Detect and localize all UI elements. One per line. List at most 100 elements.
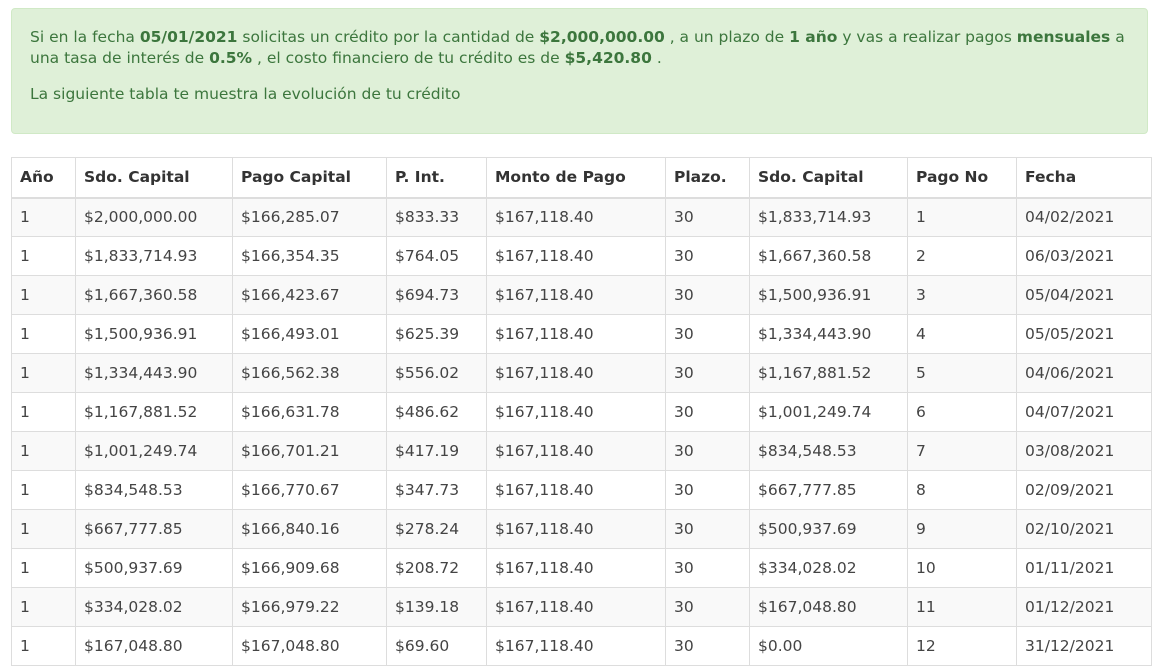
cell-pago-no: 6	[907, 392, 1017, 432]
table-body: 1 $2,000,000.00 $166,285.07 $833.33 $167,118…	[11, 197, 1152, 666]
cell-pago-no: 1	[907, 197, 1017, 237]
cell-anio: 1	[11, 392, 76, 432]
cell-monto-de-pago: $167,118.40	[486, 236, 666, 276]
cell-fecha: 04/07/2021	[1016, 392, 1152, 432]
cell-sdo-capital-final: $0.00	[749, 626, 908, 666]
cell-anio: 1	[11, 431, 76, 471]
cell-pago-capital: $166,493.01	[232, 314, 387, 354]
cell-pago-capital: $166,701.21	[232, 431, 387, 471]
cell-plazo: 30	[665, 509, 750, 549]
cell-monto-de-pago: $167,118.40	[486, 275, 666, 315]
cell-sdo-capital-final: $500,937.69	[749, 509, 908, 549]
table-row: 1 $1,001,249.74 $166,701.21 $417.19 $167,118…	[11, 431, 1152, 471]
cell-pago-capital: $166,423.67	[232, 275, 387, 315]
cell-anio: 1	[11, 509, 76, 549]
cell-sdo-capital: $2,000,000.00	[75, 197, 233, 237]
cell-sdo-capital: $1,334,443.90	[75, 353, 233, 393]
cell-pago-no: 11	[907, 587, 1017, 627]
cell-sdo-capital: $334,028.02	[75, 587, 233, 627]
table-row: 1 $2,000,000.00 $166,285.07 $833.33 $167,118…	[11, 197, 1152, 237]
table-intro-text: La siguiente tabla te muestra la evoluci…	[30, 85, 461, 103]
cell-sdo-capital-final: $167,048.80	[749, 587, 908, 627]
cell-sdo-capital: $500,937.69	[75, 548, 233, 588]
cell-sdo-capital: $667,777.85	[75, 509, 233, 549]
column-header-anio: Año	[11, 157, 76, 199]
column-header-sdo-capital: Sdo. Capital	[75, 157, 233, 199]
cell-anio: 1	[11, 314, 76, 354]
cell-anio: 1	[11, 470, 76, 510]
cell-sdo-capital-final: $1,667,360.58	[749, 236, 908, 276]
summary-highlight: 1 año	[789, 28, 838, 46]
cell-monto-de-pago: $167,118.40	[486, 470, 666, 510]
cell-pago-no: 7	[907, 431, 1017, 471]
cell-fecha: 04/06/2021	[1016, 353, 1152, 393]
cell-plazo: 30	[665, 548, 750, 588]
cell-sdo-capital-final: $1,167,881.52	[749, 353, 908, 393]
cell-pago-no: 12	[907, 626, 1017, 666]
cell-pago-no: 10	[907, 548, 1017, 588]
cell-p-int: $556.02	[386, 353, 487, 393]
table-row: 1 $834,548.53 $166,770.67 $347.73 $167,118.4…	[11, 470, 1152, 510]
table-row: 1 $1,833,714.93 $166,354.35 $764.05 $167,118…	[11, 236, 1152, 276]
cell-p-int: $417.19	[386, 431, 487, 471]
summary-text-segment: solicitas un crédito por la cantidad de	[237, 28, 540, 46]
cell-sdo-capital: $167,048.80	[75, 626, 233, 666]
summary-text-segment: .	[651, 49, 662, 67]
cell-sdo-capital-final: $1,001,249.74	[749, 392, 908, 432]
cell-pago-no: 2	[907, 236, 1017, 276]
cell-fecha: 01/11/2021	[1016, 548, 1152, 588]
cell-pago-no: 5	[907, 353, 1017, 393]
credit-summary-text: Si en la fecha 05/01/2021 solicitas un c…	[30, 27, 1129, 69]
column-header-sdo-capital-final: Sdo. Capital	[749, 157, 908, 199]
cell-sdo-capital-final: $1,500,936.91	[749, 275, 908, 315]
table-row: 1 $1,500,936.91 $166,493.01 $625.39 $167,118…	[11, 314, 1152, 354]
cell-pago-no: 9	[907, 509, 1017, 549]
column-header-plazo: Plazo.	[665, 157, 750, 199]
cell-anio: 1	[11, 587, 76, 627]
cell-anio: 1	[11, 236, 76, 276]
cell-sdo-capital-final: $834,548.53	[749, 431, 908, 471]
amortization-table-container: Año Sdo. Capital Pago Capital P. Int. Monto …	[11, 157, 1152, 666]
cell-p-int: $208.72	[386, 548, 487, 588]
cell-p-int: $278.24	[386, 509, 487, 549]
table-header-row: Año Sdo. Capital Pago Capital P. Int. Monto …	[11, 157, 1152, 199]
cell-plazo: 30	[665, 275, 750, 315]
cell-pago-no: 3	[907, 275, 1017, 315]
cell-p-int: $486.62	[386, 392, 487, 432]
cell-p-int: $764.05	[386, 236, 487, 276]
cell-plazo: 30	[665, 353, 750, 393]
cell-plazo: 30	[665, 197, 750, 237]
cell-sdo-capital: $1,667,360.58	[75, 275, 233, 315]
cell-plazo: 30	[665, 314, 750, 354]
cell-fecha: 02/09/2021	[1016, 470, 1152, 510]
column-header-pago-no: Pago No	[907, 157, 1017, 199]
cell-pago-no: 8	[907, 470, 1017, 510]
cell-sdo-capital-final: $1,833,714.93	[749, 197, 908, 237]
cell-pago-capital: $167,048.80	[232, 626, 387, 666]
summary-highlight: $5,420.80	[564, 49, 652, 67]
cell-pago-capital: $166,909.68	[232, 548, 387, 588]
credit-summary-alert: Si en la fecha 05/01/2021 solicitas un c…	[11, 8, 1148, 134]
table-row: 1 $334,028.02 $166,979.22 $139.18 $167,118.4…	[11, 587, 1152, 627]
cell-p-int: $139.18	[386, 587, 487, 627]
cell-anio: 1	[11, 197, 76, 237]
cell-monto-de-pago: $167,118.40	[486, 353, 666, 393]
cell-monto-de-pago: $167,118.40	[486, 197, 666, 237]
column-header-monto-de-pago: Monto de Pago	[486, 157, 666, 199]
cell-fecha: 31/12/2021	[1016, 626, 1152, 666]
cell-pago-capital: $166,562.38	[232, 353, 387, 393]
cell-pago-capital: $166,979.22	[232, 587, 387, 627]
cell-plazo: 30	[665, 470, 750, 510]
summary-text-segment: , a un plazo de	[664, 28, 790, 46]
cell-fecha: 06/03/2021	[1016, 236, 1152, 276]
cell-fecha: 02/10/2021	[1016, 509, 1152, 549]
cell-p-int: $694.73	[386, 275, 487, 315]
cell-plazo: 30	[665, 236, 750, 276]
cell-anio: 1	[11, 548, 76, 588]
cell-monto-de-pago: $167,118.40	[486, 587, 666, 627]
summary-text-segment: Si en la fecha	[30, 28, 140, 46]
cell-fecha: 05/04/2021	[1016, 275, 1152, 315]
cell-anio: 1	[11, 275, 76, 315]
column-header-p-int: P. Int.	[386, 157, 487, 199]
cell-pago-capital: $166,354.35	[232, 236, 387, 276]
